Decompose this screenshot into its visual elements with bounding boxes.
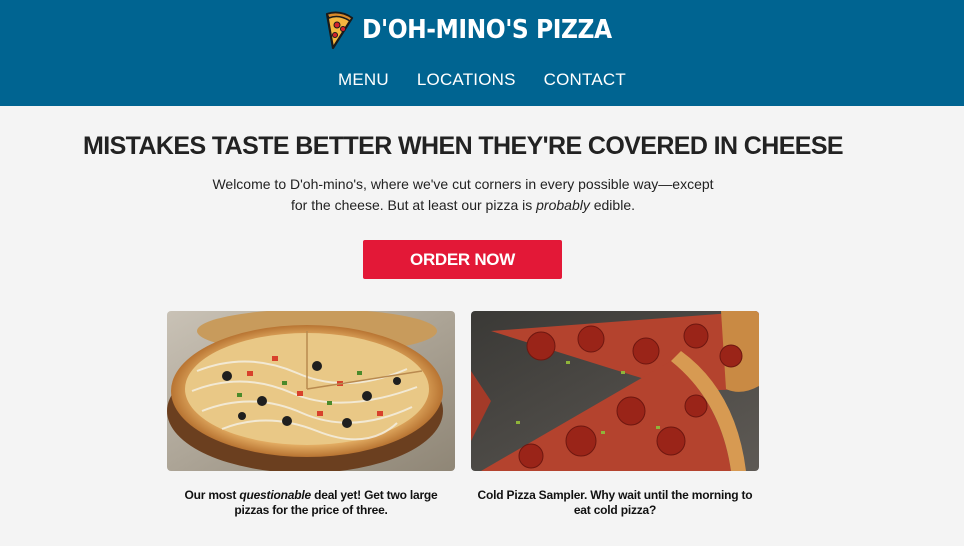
intro-emphasis: probably <box>536 197 590 213</box>
hero-headline: MISTAKES TASTE BETTER WHEN THEY'RE COVER… <box>83 132 844 160</box>
main-nav: MENU LOCATIONS CONTACT <box>0 70 964 90</box>
pizza-slice-icon <box>326 11 354 50</box>
sampler-card[interactable]: Cold Pizza Sampler. Why wait until the m… <box>471 311 759 518</box>
caption-emphasis: questionable <box>239 488 311 502</box>
sampler-caption: Cold Pizza Sampler. Why wait until the m… <box>477 488 753 517</box>
caption-text: Our most <box>184 488 240 502</box>
nav-item-menu[interactable]: MENU <box>338 70 389 90</box>
deal-caption: Our most questionable deal yet! Get two … <box>167 488 455 518</box>
pepperoni-slices-photo <box>471 311 759 471</box>
order-now-button[interactable]: ORDER NOW <box>363 240 562 279</box>
brand-name: D'OH-MINO'S PIZZA <box>362 15 612 45</box>
intro-text: Welcome to D'oh-mino's, where we've cut … <box>212 176 714 213</box>
nav-item-contact[interactable]: CONTACT <box>544 70 626 90</box>
hero-intro: Welcome to D'oh-mino's, where we've cut … <box>210 174 716 216</box>
deal-card[interactable]: Our most questionable deal yet! Get two … <box>167 311 455 518</box>
brand[interactable]: D'OH-MINO'S PIZZA <box>0 10 964 50</box>
site-header: D'OH-MINO'S PIZZA MENU LOCATIONS CONTACT <box>0 0 964 106</box>
intro-text-end: edible. <box>589 197 635 213</box>
nav-item-locations[interactable]: LOCATIONS <box>417 70 516 90</box>
supreme-pizza-photo <box>167 311 455 471</box>
